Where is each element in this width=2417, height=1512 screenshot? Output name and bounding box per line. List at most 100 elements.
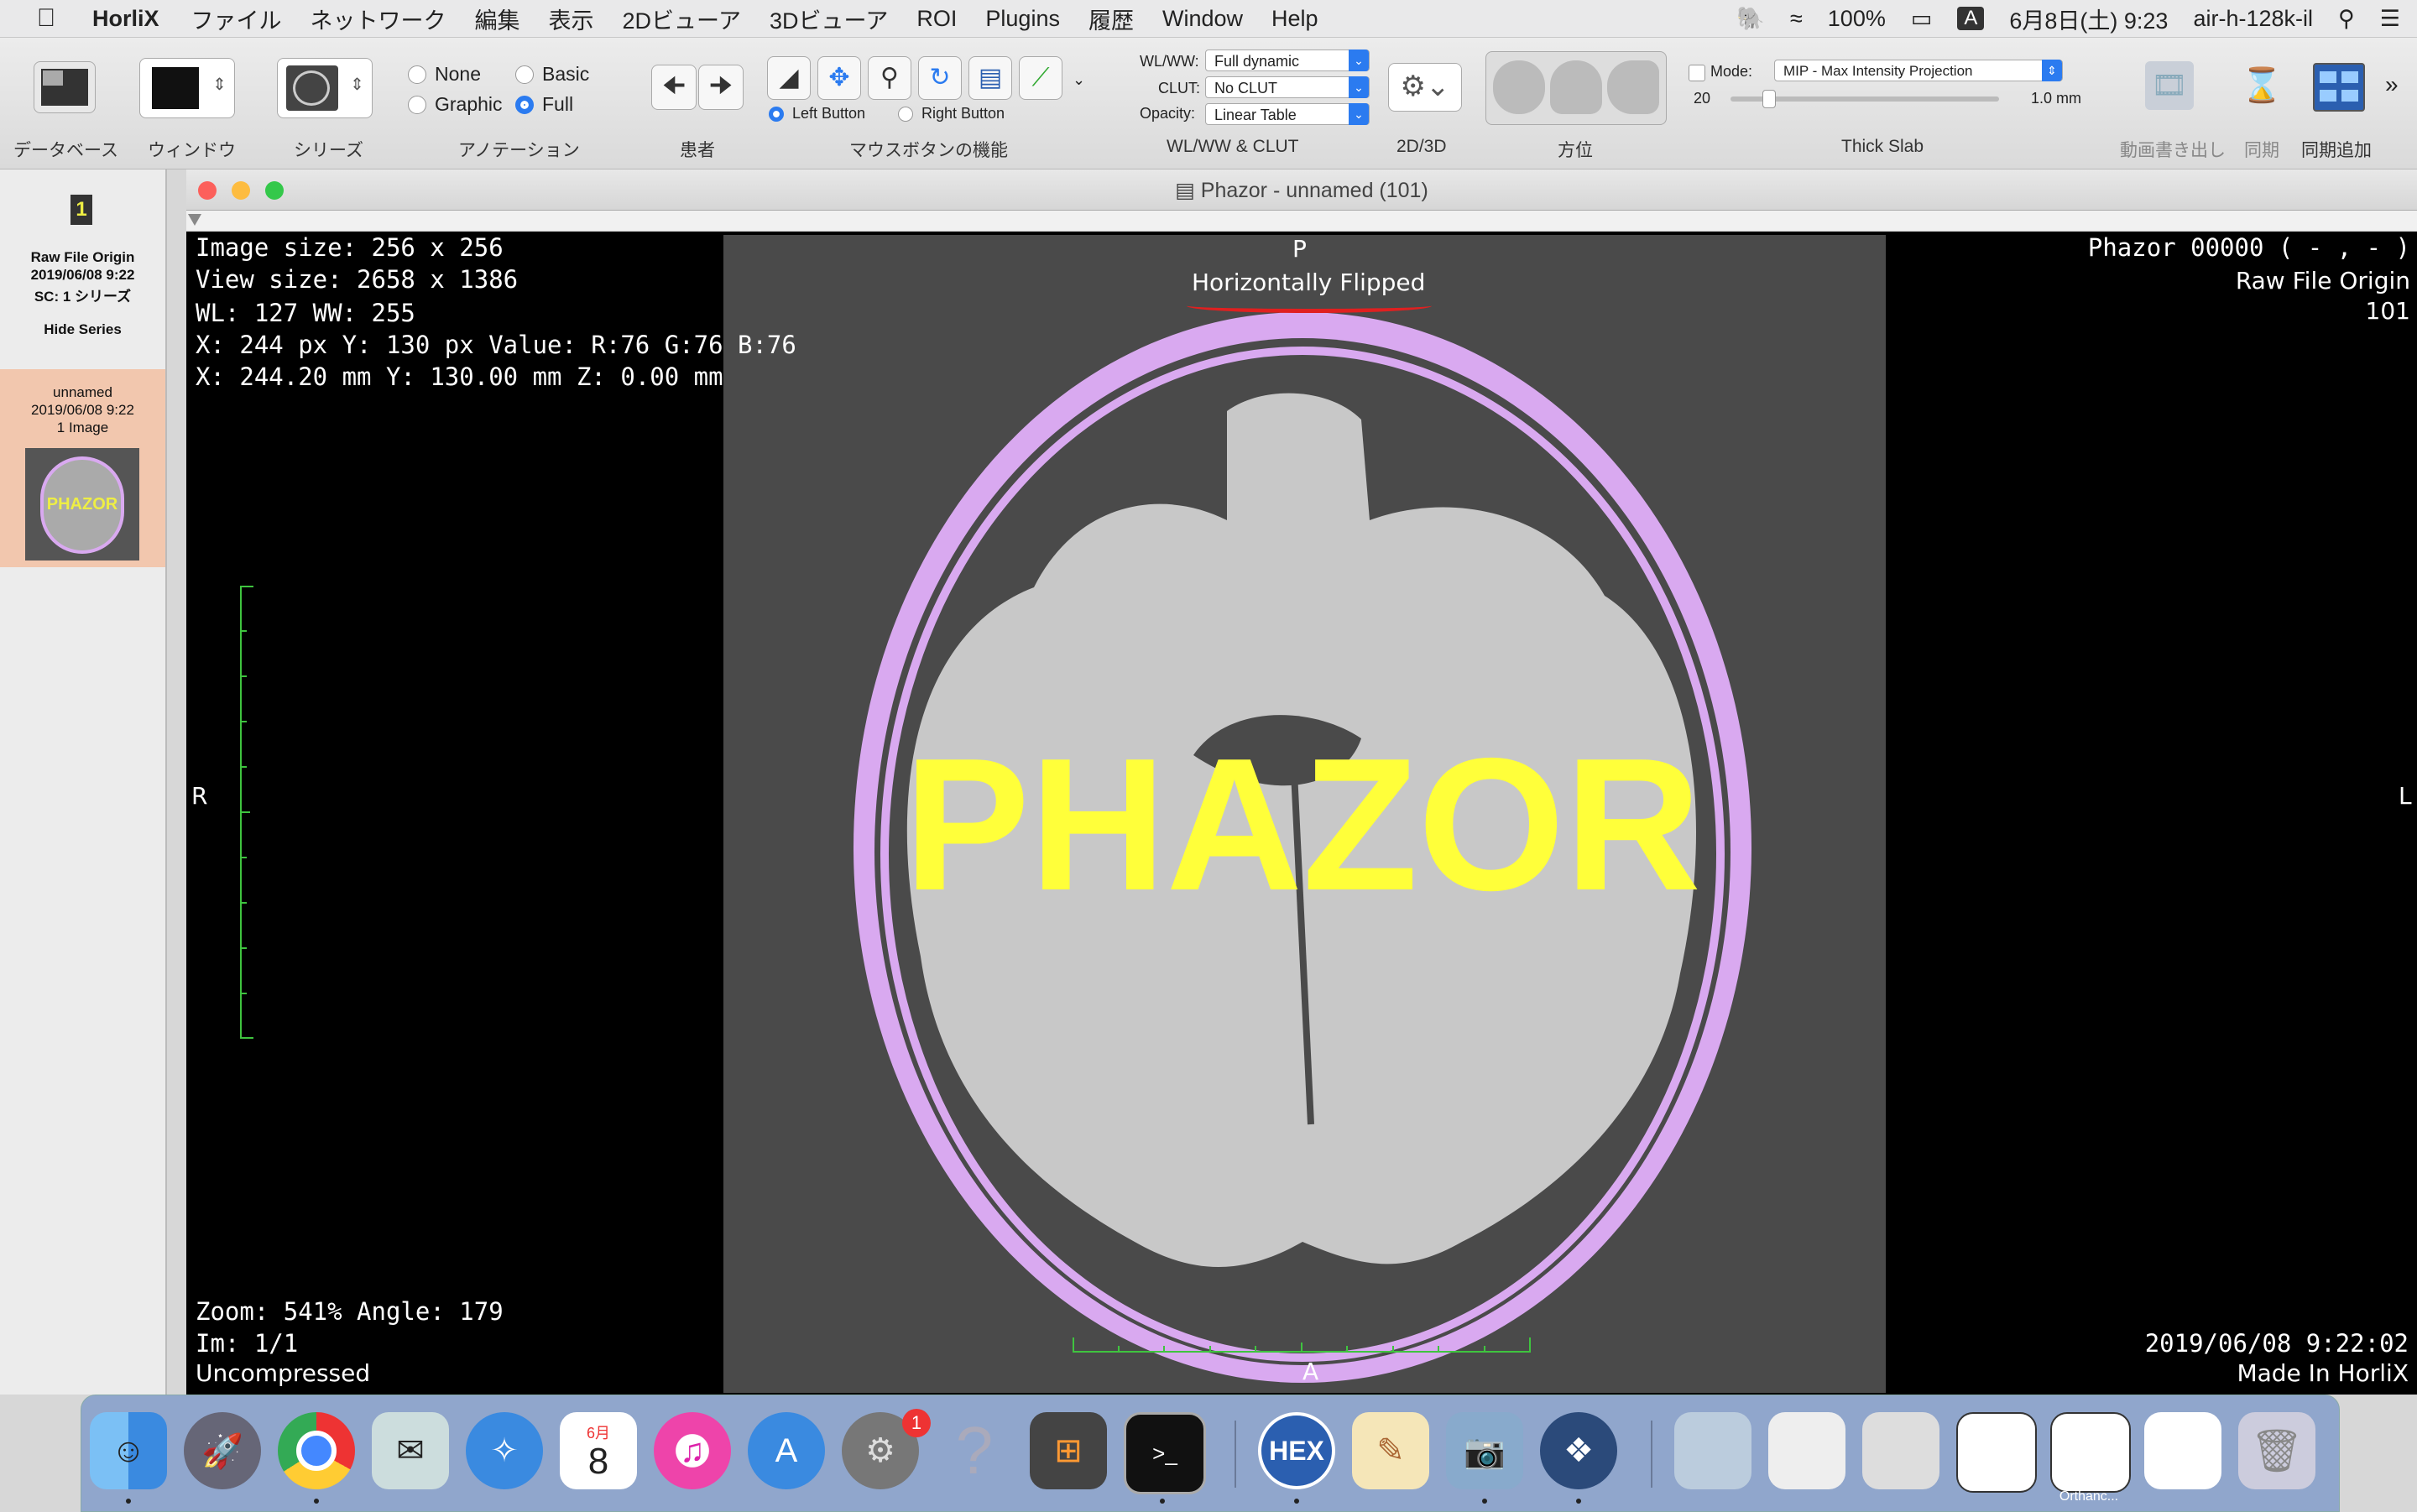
thick-slab-checkbox[interactable] (1689, 65, 1705, 81)
wifi-icon[interactable]: ≈ (1790, 6, 1803, 32)
itunes-icon[interactable]: ♫ (654, 1412, 731, 1489)
menu-user[interactable]: air-h-128k-il (2193, 6, 2313, 32)
trash-icon[interactable]: 🗑 (2238, 1412, 2315, 1489)
minimized-window-4[interactable] (1956, 1412, 2037, 1493)
preview-icon[interactable]: 📷 (1446, 1412, 1523, 1489)
left-button-radio[interactable]: Left Button (769, 105, 865, 123)
minimized-window-2[interactable] (1768, 1412, 1845, 1489)
elephant-icon[interactable]: 🐘 (1736, 5, 1765, 32)
previous-patient-button[interactable]: 🠈 (651, 65, 697, 110)
series-name: unnamed (53, 384, 112, 400)
axial-view-icon[interactable] (1493, 60, 1545, 114)
help-icon[interactable]: ? (936, 1412, 1013, 1489)
input-method-icon[interactable]: A (1957, 7, 1985, 30)
menu-network[interactable]: ネットワーク (311, 3, 446, 35)
dock: ☺ 🚀 ✉ ✧ 6月 8 ♫ A ⚙ 1 ? ⊞ >_ HEX ✎ 📷 ❖ Ort… (81, 1395, 2340, 1512)
apple-icon[interactable]:  (0, 4, 92, 33)
thumbnail-watermark: PHAZOR (46, 495, 118, 514)
series-image-count: 1 Image (56, 420, 109, 435)
mode-select[interactable]: MIP - Max Intensity Projection ⇕ (1774, 60, 2063, 81)
chrome-icon[interactable] (278, 1412, 355, 1489)
overlay-image-index: Im: 1/1 (196, 1329, 299, 1358)
opacity-label: Opacity: (1140, 105, 1196, 122)
window-preset-button[interactable]: ⇕ (139, 58, 235, 118)
running-indicator (1576, 1499, 1581, 1504)
menu-plugins[interactable]: Plugins (985, 6, 1060, 32)
slab-slider-handle[interactable] (1762, 90, 1776, 108)
minimized-orthanc-window[interactable] (2050, 1412, 2131, 1493)
menu-app-name[interactable]: HorliX (92, 6, 159, 32)
opacity-select[interactable]: Linear Table ⌄ (1205, 103, 1370, 125)
image-slider-handle[interactable] (188, 214, 201, 226)
tools-dropdown-icon[interactable]: ⌄ (1073, 71, 1085, 89)
database-icon[interactable] (34, 61, 96, 113)
annotation-graphic-radio[interactable]: Graphic (408, 93, 503, 116)
window-level-tool-icon[interactable]: ◢ (767, 56, 811, 100)
menu-edit[interactable]: 編集 (475, 3, 520, 35)
series-item[interactable]: unnamed 2019/06/08 9:22 1 Image PHAZOR (0, 369, 165, 567)
clut-select[interactable]: No CLUT ⌄ (1205, 76, 1370, 98)
annotation-basic-radio[interactable]: Basic (515, 63, 589, 86)
launchpad-icon[interactable]: 🚀 (184, 1412, 261, 1489)
annotation-none-radio[interactable]: None (408, 63, 481, 86)
series-sidebar: 1 Raw File Origin 2019/06/08 9:22 SC: 1 … (0, 169, 167, 1395)
series-thumbnail[interactable]: PHAZOR (25, 448, 139, 560)
wlww-select[interactable]: Full dynamic ⌄ (1205, 50, 1370, 71)
stack-tool-icon[interactable]: ▤ (968, 56, 1012, 100)
menu-history[interactable]: 履歴 (1088, 3, 1134, 35)
minimized-window-6[interactable] (2144, 1412, 2221, 1489)
toolbar-overflow-icon[interactable]: » (2385, 71, 2399, 98)
menu-help[interactable]: Help (1271, 6, 1318, 32)
safari-icon[interactable]: ✧ (466, 1412, 543, 1489)
calculator-icon[interactable]: ⊞ (1030, 1412, 1107, 1489)
menu-file[interactable]: ファイル (191, 3, 282, 35)
coronal-view-icon[interactable] (1550, 60, 1602, 114)
ct-image[interactable]: PHAZOR (723, 235, 1886, 1393)
next-patient-button[interactable]: 🠊 (698, 65, 744, 110)
toolbar-label-wlww-clut: WL/WW & CLUT (1167, 137, 1299, 156)
mail-icon[interactable]: ✉ (372, 1412, 449, 1489)
calendar-icon[interactable]: 6月 8 (560, 1412, 637, 1489)
series-button[interactable]: ⇕ (277, 58, 373, 118)
menu-roi[interactable]: ROI (916, 6, 957, 32)
sync-add-icon[interactable] (2313, 63, 2365, 112)
menu-2d-viewer[interactable]: 2Dビューア (623, 3, 741, 35)
move-tool-icon[interactable]: ✥ (817, 56, 861, 100)
minimized-window-1[interactable] (1674, 1412, 1751, 1489)
notification-badge: 1 (902, 1409, 931, 1437)
menu-window[interactable]: Window (1162, 6, 1243, 32)
battery-percent[interactable]: 100% (1828, 6, 1886, 32)
menu-3d-viewer[interactable]: 3Dビューア (770, 3, 888, 35)
right-button-radio[interactable]: Right Button (898, 105, 1005, 123)
image-slider-track[interactable] (186, 211, 2417, 232)
hex-fiend-icon[interactable]: HEX (1258, 1412, 1335, 1489)
sagittal-view-icon[interactable] (1607, 60, 1659, 114)
menu-clock[interactable]: 6月8日(土) 9:23 (2009, 3, 2168, 35)
annotation-full-radio[interactable]: Full (515, 93, 573, 116)
study-date: 2019/06/08 9:22 (30, 267, 135, 283)
textedit-icon[interactable]: ✎ (1352, 1412, 1429, 1489)
study-badge: 1 (70, 195, 92, 225)
notification-center-icon[interactable]: ☰ (2380, 6, 2400, 32)
minimized-window-3[interactable] (1862, 1412, 1939, 1489)
chevron-down-icon: ⌄ (1349, 103, 1369, 125)
gear-icon[interactable]: ⚙⌄ (1388, 63, 1462, 112)
length-tool-icon[interactable]: ⟋ (1019, 56, 1062, 100)
hide-series-button[interactable]: Hide Series (0, 321, 165, 338)
spotlight-search-icon[interactable]: ⚲ (2338, 6, 2355, 32)
hourglass-sync-icon[interactable]: ⌛ (2241, 61, 2283, 110)
viewer-window-titlebar[interactable]: ▤ Phazor - unnamed (101) (186, 169, 2417, 211)
dock-divider (1235, 1421, 1236, 1488)
study-series-count: SC: 1 シリーズ (34, 289, 132, 305)
battery-icon[interactable]: ▭ (1911, 6, 1933, 32)
menu-view[interactable]: 表示 (549, 3, 594, 35)
movie-export-icon[interactable]: 🎞 (2145, 61, 2194, 110)
rotate-tool-icon[interactable]: ↻ (918, 56, 962, 100)
horlix-icon[interactable]: ❖ (1540, 1412, 1617, 1489)
zoom-tool-icon[interactable]: ⚲ (868, 56, 911, 100)
app-store-icon[interactable]: A (748, 1412, 825, 1489)
terminal-icon[interactable]: >_ (1124, 1412, 1206, 1494)
study-title[interactable]: Raw File Origin (0, 249, 165, 266)
overlay-pixel-value: X: 244 px Y: 130 px Value: R:76 G:76 B:7… (196, 331, 796, 359)
finder-icon[interactable]: ☺ (90, 1412, 167, 1489)
